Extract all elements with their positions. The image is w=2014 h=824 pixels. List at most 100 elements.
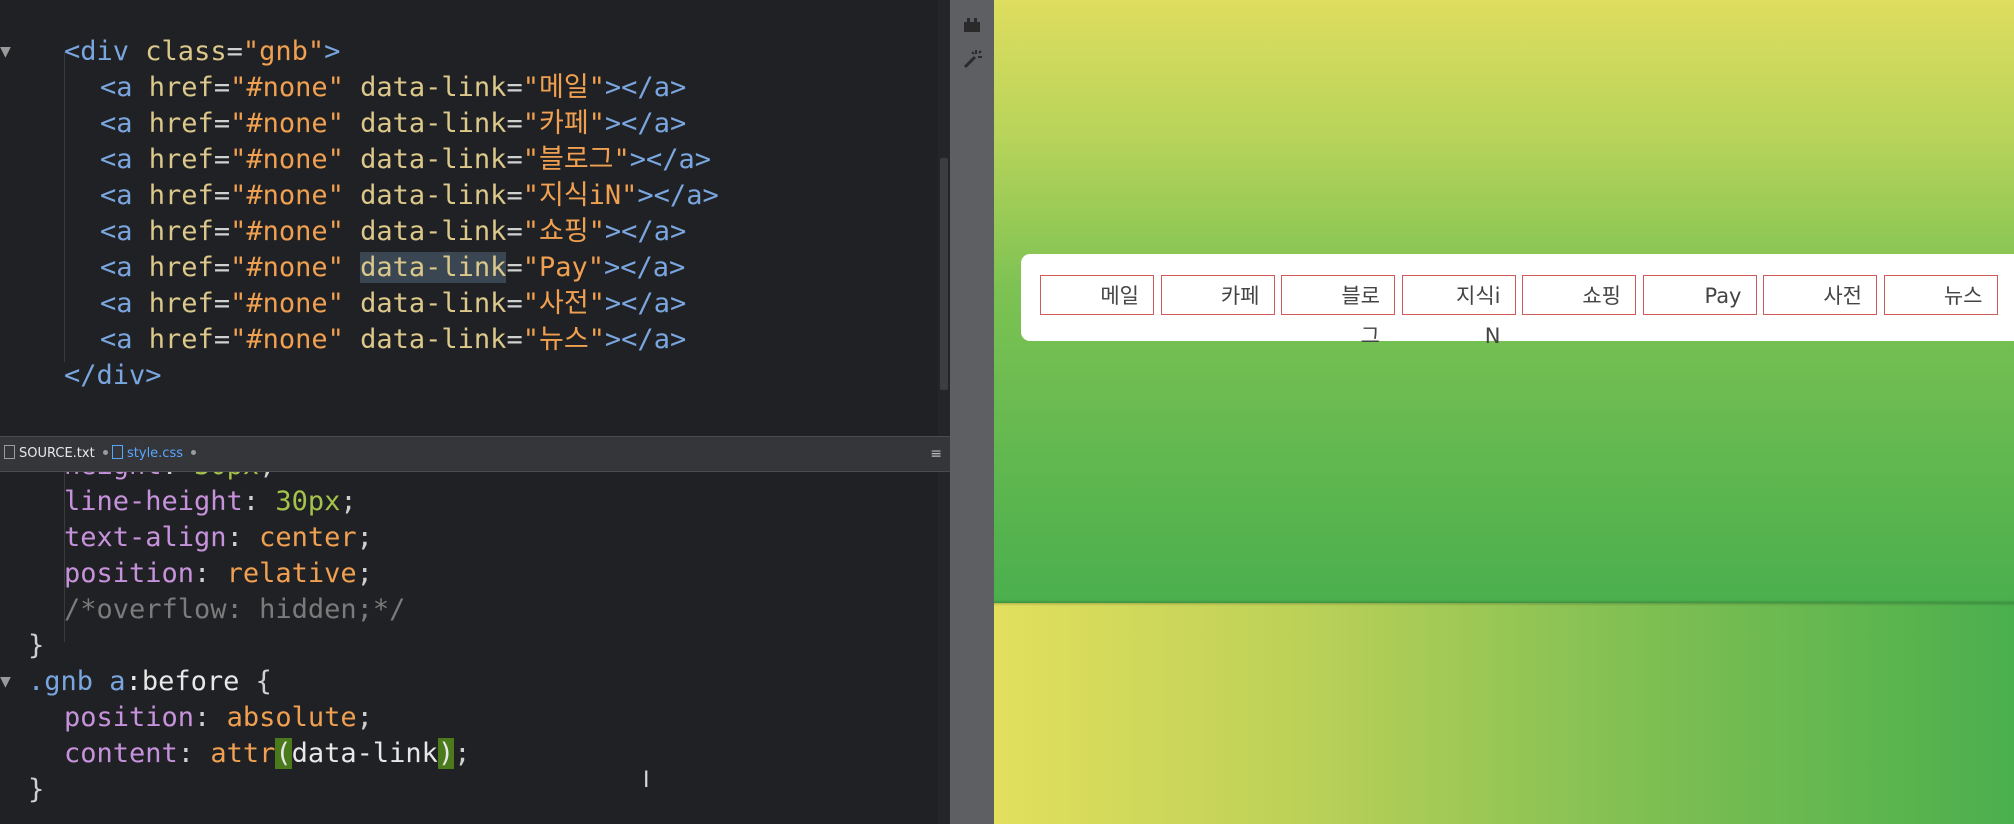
code-line[interactable]: line-height: 30px; xyxy=(64,484,357,520)
preview-background-bottom xyxy=(994,603,2014,824)
gnb-link[interactable]: 뉴스 xyxy=(1883,275,1998,315)
code-editor[interactable]: <div class="gnb"> <a href="#none" data-li… xyxy=(0,0,950,824)
code-token: "#none" xyxy=(230,324,344,355)
css-file-icon xyxy=(112,445,123,459)
code-token: = xyxy=(506,144,523,175)
code-token: : xyxy=(242,486,276,517)
code-line[interactable]: <a href="#none" data-link="쇼핑"></a> xyxy=(100,214,686,250)
code-line[interactable]: .gnb a:before { xyxy=(28,664,272,700)
code-token: = xyxy=(506,288,523,319)
code-token: ></a> xyxy=(604,324,687,355)
gnb-link[interactable]: 메일 xyxy=(1040,275,1154,315)
css-pane-scrollbar[interactable] xyxy=(938,472,950,824)
code-line[interactable]: <a href="#none" data-link="메일"></a> xyxy=(100,70,686,106)
gnb-link[interactable]: 지식iN xyxy=(1401,275,1516,348)
code-token: = xyxy=(213,72,231,103)
code-token: <a xyxy=(100,216,133,247)
code-token: <a xyxy=(100,180,133,211)
code-token: ></a> xyxy=(604,72,687,103)
css-source-pane[interactable]: height: 30px;line-height: 30px;text-alig… xyxy=(0,472,938,824)
gnb-link[interactable]: Pay xyxy=(1642,275,1757,315)
code-token: relative xyxy=(226,558,357,589)
magic-wand-icon[interactable] xyxy=(960,48,984,72)
code-line[interactable]: <a href="#none" data-link="사전"></a> xyxy=(100,286,686,322)
code-token: 30px xyxy=(275,486,341,517)
code-line[interactable]: <a href="#none" data-link="카페"></a> xyxy=(100,106,686,142)
code-token: = xyxy=(506,252,523,283)
code-token: ) xyxy=(437,738,455,769)
code-token: height xyxy=(64,472,162,481)
code-token: <a xyxy=(100,324,133,355)
code-token: ; xyxy=(454,738,471,769)
editor-tab-bar: SOURCE.txt style.css ≡ xyxy=(0,436,950,472)
gnb-link[interactable]: 카페 xyxy=(1160,275,1275,315)
tab-label: style.css xyxy=(127,446,183,461)
code-line[interactable]: position: relative; xyxy=(64,556,373,592)
gnb-link-label: 메일 xyxy=(1100,284,1139,308)
code-token: data-link xyxy=(360,216,507,247)
gnb-link[interactable]: 블로그 xyxy=(1281,275,1395,348)
tab-menu-icon[interactable]: ≡ xyxy=(930,437,942,471)
code-token: <a xyxy=(100,108,133,139)
code-token: href xyxy=(148,288,214,319)
code-line[interactable]: position: absolute; xyxy=(64,700,373,736)
code-token: : xyxy=(162,472,195,481)
gnb-link-label: 블로그 xyxy=(1341,284,1380,348)
tab-source-txt[interactable]: SOURCE.txt xyxy=(4,437,108,471)
html-source-pane[interactable]: <div class="gnb"> <a href="#none" data-li… xyxy=(0,0,938,436)
fold-arrow-icon[interactable]: ▼ xyxy=(0,34,14,70)
gnb-link-label: 쇼핑 xyxy=(1582,284,1621,308)
code-token: "뉴스" xyxy=(522,324,605,355)
code-line[interactable]: <a href="#none" data-link="뉴스"></a> xyxy=(100,322,686,358)
code-token: ></a> xyxy=(604,288,687,319)
code-line[interactable]: } xyxy=(28,628,44,664)
code-token: ></a> xyxy=(637,180,719,211)
code-token: : xyxy=(226,522,260,553)
code-token: = xyxy=(226,36,243,67)
code-token: center xyxy=(259,522,357,553)
gnb-link[interactable]: 쇼핑 xyxy=(1522,275,1636,315)
code-line[interactable]: </div> xyxy=(64,358,162,394)
fold-arrow-icon[interactable]: ▼ xyxy=(0,664,14,700)
code-line[interactable]: <div class="gnb"> xyxy=(64,34,340,70)
code-token: { xyxy=(239,666,272,697)
code-token: : xyxy=(194,702,227,733)
code-token: "gnb" xyxy=(242,36,325,67)
code-token: ></a> xyxy=(604,252,686,283)
plugin-icon[interactable] xyxy=(960,14,984,38)
code-line[interactable]: <a href="#none" data-link="지식iN"></a> xyxy=(100,178,719,214)
code-token: > xyxy=(324,36,341,67)
code-token: ; xyxy=(356,702,373,733)
gnb-link[interactable]: 사전 xyxy=(1763,275,1877,315)
code-token: data-link xyxy=(360,144,507,175)
code-line[interactable]: } xyxy=(28,772,44,808)
code-token: "#none" xyxy=(230,180,344,211)
code-line[interactable]: text-align: center; xyxy=(64,520,373,556)
code-token: "카페" xyxy=(522,108,605,139)
code-token: ; xyxy=(340,486,357,517)
code-line[interactable]: /*overflow: hidden;*/ xyxy=(64,592,405,628)
tab-style-css[interactable]: style.css xyxy=(112,437,196,471)
html-pane-scroll-thumb[interactable] xyxy=(940,158,948,390)
indent-guide xyxy=(64,52,65,362)
code-token: "쇼핑" xyxy=(522,216,605,247)
code-token: href xyxy=(148,72,214,103)
gnb-link-label: 지식iN xyxy=(1456,284,1501,348)
html-pane-scrollbar[interactable] xyxy=(938,0,950,436)
browser-preview[interactable]: 메일 카페 블로그 지식iN 쇼핑 Pay 사전 뉴스 xyxy=(994,0,2014,824)
code-line[interactable]: <a href="#none" data-link="Pay"></a> xyxy=(100,250,685,286)
unsaved-dot-icon xyxy=(102,450,108,455)
code-line[interactable]: height: 30px; xyxy=(64,472,275,484)
code-token: position xyxy=(64,702,195,733)
code-token: text-align xyxy=(64,522,227,553)
code-token: "지식iN" xyxy=(522,180,638,211)
code-token: = xyxy=(213,288,231,319)
code-token: "#none" xyxy=(230,144,344,175)
gnb-link-label: 카페 xyxy=(1220,284,1260,308)
code-token: = xyxy=(506,180,523,211)
code-line[interactable]: content: attr(data-link); xyxy=(64,736,470,772)
code-line[interactable]: <a href="#none" data-link="블로그"></a> xyxy=(100,142,711,178)
code-token: } xyxy=(28,774,45,805)
